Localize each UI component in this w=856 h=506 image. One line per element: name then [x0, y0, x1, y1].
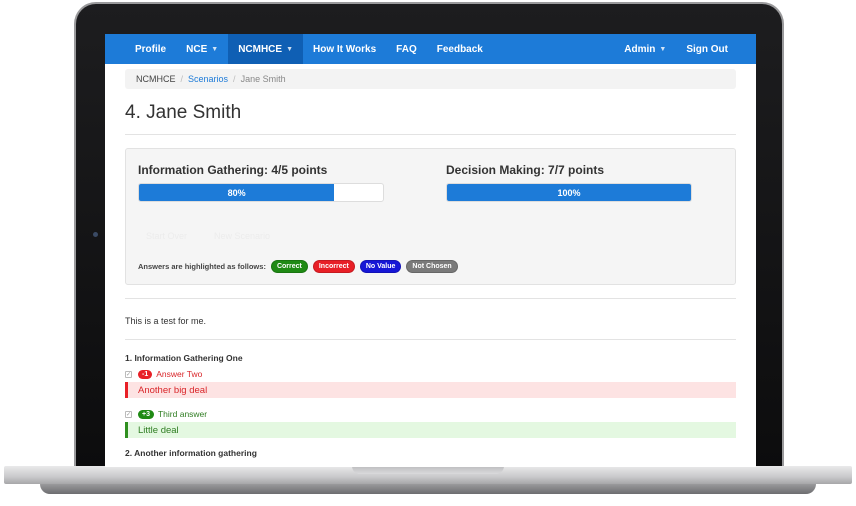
nav-ncmhce-label: NCMHCE — [238, 43, 283, 55]
question-title: 1. Information Gathering One — [125, 353, 243, 363]
decision-making-score: Decision Making: 7/7 points 100% — [446, 163, 692, 202]
breadcrumb: NCMHCE / Scenarios / Jane Smith — [125, 69, 736, 89]
legend-correct: Correct — [270, 260, 308, 273]
checkbox-checked-icon[interactable]: ✓ — [125, 410, 132, 418]
answer-score-badge: +3 — [138, 409, 154, 419]
score-panel: Information Gathering: 4/5 points 80% De… — [125, 148, 736, 285]
info-gathering-score: Information Gathering: 4/5 points 80% — [138, 163, 384, 202]
laptop-notch — [352, 466, 504, 474]
nav-faq-label: FAQ — [396, 43, 417, 55]
decision-making-bar: 100% — [447, 184, 691, 201]
breadcrumb-separator: / — [233, 74, 236, 84]
decision-making-progress: 100% — [446, 183, 692, 202]
browser-screen: Profile NCE ▼ NCMHCE ▼ How It Works FAQ Fe… — [105, 34, 756, 467]
nav-sign-out[interactable]: Sign Out — [676, 34, 738, 64]
breadcrumb-scenarios-link[interactable]: Scenarios — [188, 74, 228, 84]
answer-label: Third answer — [157, 409, 208, 419]
scenario-description: This is a test for me. — [125, 316, 207, 326]
nav-how-it-works[interactable]: How It Works — [303, 34, 386, 64]
nav-admin-label: Admin — [624, 43, 656, 55]
nav-ncmhce[interactable]: NCMHCE ▼ — [228, 34, 304, 64]
nav-profile-label: Profile — [135, 43, 167, 55]
laptop-base-shadow — [40, 484, 816, 494]
caret-down-icon: ▼ — [286, 45, 294, 53]
answer-row: ✓ -1 Answer Two — [125, 369, 736, 379]
answer-legend: Answers are highlighted as follows: Corr… — [138, 260, 458, 273]
legend-incorrect: Incorrect — [312, 260, 355, 273]
top-navbar: Profile NCE ▼ NCMHCE ▼ How It Works FAQ Fe… — [105, 34, 756, 64]
section-divider — [125, 339, 736, 340]
answer-row: ✓ +3 Third answer — [125, 409, 736, 419]
caret-down-icon: ▼ — [211, 45, 219, 53]
info-gathering-progress: 80% — [138, 183, 384, 202]
nav-nce[interactable]: NCE ▼ — [176, 34, 228, 64]
section-divider — [125, 298, 736, 299]
legend-no-value: No Value — [359, 260, 402, 273]
checkbox-checked-icon[interactable]: ✓ — [125, 370, 132, 378]
breadcrumb-current: Jane Smith — [240, 74, 286, 84]
answer-feedback: Another big deal — [125, 382, 736, 398]
answer-label: Answer Two — [156, 369, 203, 379]
legend-label: Answers are highlighted as follows: — [138, 262, 266, 271]
new-scenario-button[interactable]: New Scenario — [214, 231, 270, 241]
breadcrumb-root: NCMHCE — [136, 74, 176, 84]
page-title: 4. Jane Smith — [125, 102, 736, 135]
decision-making-label: Decision Making: 7/7 points — [446, 163, 605, 177]
caret-down-icon: ▼ — [659, 45, 667, 53]
main-content: NCMHCE / Scenarios / Jane Smith 4. Jane … — [105, 69, 756, 458]
breadcrumb-separator: / — [180, 74, 184, 84]
start-over-button[interactable]: Start Over — [146, 231, 187, 241]
laptop-base — [4, 466, 852, 484]
nav-how-it-works-label: How It Works — [313, 43, 377, 55]
nav-profile[interactable]: Profile — [125, 34, 176, 64]
nav-nce-label: NCE — [186, 43, 208, 55]
nav-faq[interactable]: FAQ — [386, 34, 427, 64]
nav-sign-out-label: Sign Out — [686, 43, 728, 55]
nav-admin[interactable]: Admin ▼ — [614, 34, 676, 64]
legend-not-chosen: Not Chosen — [406, 260, 458, 273]
info-gathering-label: Information Gathering: 4/5 points — [138, 163, 328, 177]
next-question-title: 2. Another information gathering — [125, 448, 257, 458]
info-gathering-bar: 80% — [139, 184, 335, 201]
answer-score-badge: -1 — [138, 369, 153, 379]
nav-feedback[interactable]: Feedback — [427, 34, 493, 64]
answer-feedback: Little deal — [125, 422, 736, 438]
camera-icon — [93, 232, 98, 237]
nav-feedback-label: Feedback — [436, 43, 483, 55]
